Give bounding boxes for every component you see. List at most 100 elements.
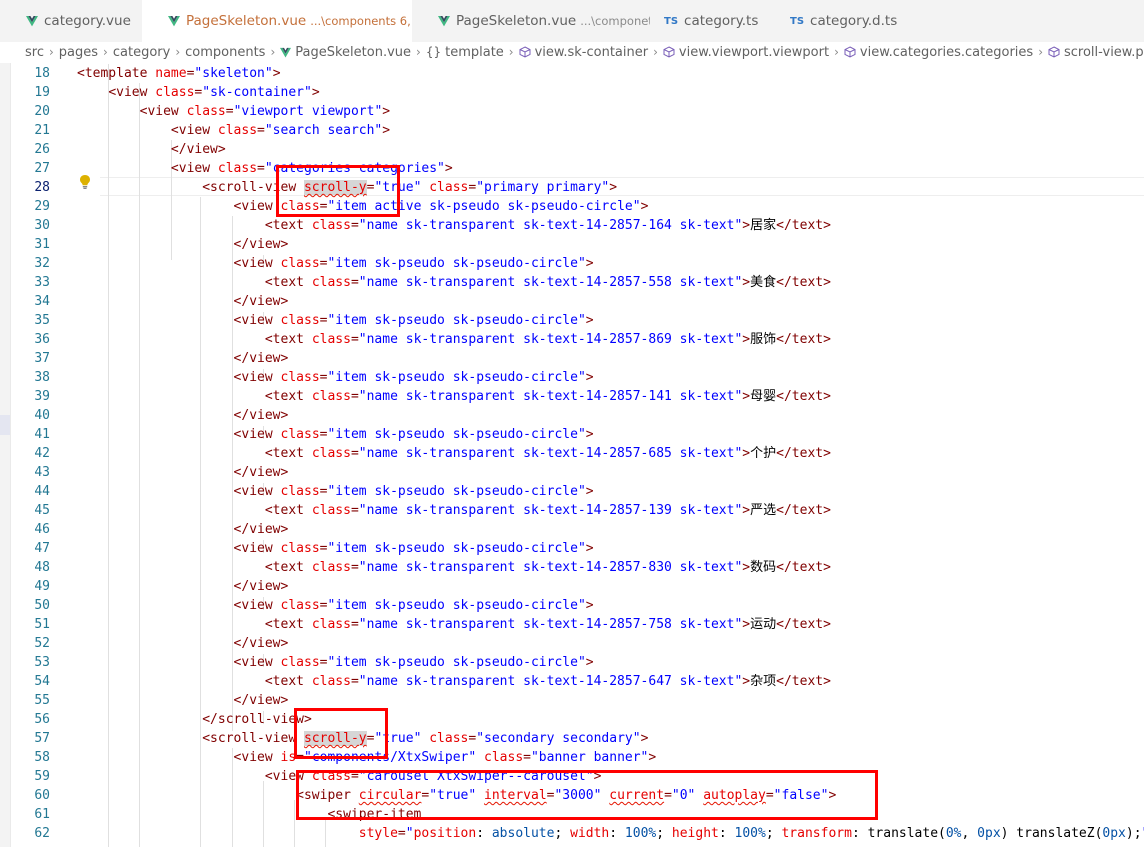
code-line[interactable]: 53 <view class="item sk-pseudo sk-pseudo… <box>0 653 1144 672</box>
code-line[interactable]: 28 <scroll-view scroll-y="true" class="p… <box>0 178 1144 197</box>
breadcrumb-item[interactable]: components › <box>185 45 280 60</box>
code-line[interactable]: 37 </view> <box>0 349 1144 368</box>
line-code: <view class="sk-container"> <box>77 83 319 102</box>
chevron-right-icon: › <box>1038 45 1043 59</box>
code-line[interactable]: 48 <text class="name sk-transparent sk-t… <box>0 558 1144 577</box>
code-line[interactable]: 36 <text class="name sk-transparent sk-t… <box>0 330 1144 349</box>
tab-2[interactable]: PageSkeleton.vue...\componets <box>412 0 650 42</box>
code-token: class <box>311 503 351 518</box>
code-line[interactable]: 31 </view> <box>0 235 1144 254</box>
line-code: <text class="name sk-transparent sk-text… <box>77 387 831 406</box>
code-token: 0px <box>1102 826 1126 841</box>
code-token: class <box>311 332 351 347</box>
code-token: > <box>609 180 618 195</box>
code-line[interactable]: 44 <view class="item sk-pseudo sk-pseudo… <box>0 482 1144 501</box>
line-number: 61 <box>34 807 50 822</box>
code-line[interactable]: 20 <view class="viewport viewport"> <box>0 102 1144 121</box>
code-token: "item sk-pseudo sk-pseudo-circle" <box>327 484 586 499</box>
line-number: 37 <box>34 351 50 366</box>
code-line[interactable]: 39 <text class="name sk-transparent sk-t… <box>0 387 1144 406</box>
line-number: 29 <box>34 199 50 214</box>
code-line[interactable]: 62 style="position: absolute; width: 100… <box>0 824 1144 843</box>
breadcrumb-item[interactable]: category › <box>113 45 185 60</box>
code-line[interactable]: 42 <text class="name sk-transparent sk-t… <box>0 444 1144 463</box>
line-code: <view class="item sk-pseudo sk-pseudo-ci… <box>77 311 594 330</box>
code-line[interactable]: 27 <view class="categories categories"> <box>0 159 1144 178</box>
vue-file-icon <box>168 16 180 27</box>
breadcrumb-item[interactable]: PageSkeleton.vue › <box>280 45 426 60</box>
breadcrumb-item[interactable]: view.categories.categories › <box>844 45 1048 60</box>
breadcrumb-item[interactable]: {} template › <box>426 45 519 60</box>
tab-3[interactable]: TS category.ts <box>650 0 776 42</box>
code-token: > <box>742 617 751 632</box>
code-line[interactable]: 51 <text class="name sk-transparent sk-t… <box>0 615 1144 634</box>
code-line[interactable]: 49 </view> <box>0 577 1144 596</box>
breadcrumb-item[interactable]: src › <box>25 45 59 60</box>
code-token: </view> <box>233 465 289 480</box>
code-editor[interactable]: 18 <template name="skeleton"> 19 <view cla… <box>0 63 1144 847</box>
breadcrumb-label: view.categories.categories <box>859 44 1034 60</box>
code-line[interactable]: 29 <view class="item active sk-pseudo sk… <box>0 197 1144 216</box>
code-token: "skeleton" <box>194 66 273 81</box>
code-line[interactable]: 18 <template name="skeleton"> <box>0 64 1144 83</box>
code-line[interactable]: 54 <text class="name sk-transparent sk-t… <box>0 672 1144 691</box>
code-token: : translate( <box>851 826 946 841</box>
code-line[interactable]: 58 <view is="components/XtxSwiper" class… <box>0 748 1144 767</box>
breadcrumb-item[interactable]: pages › <box>59 45 113 60</box>
code-line[interactable]: 21 <view class="search search"> <box>0 121 1144 140</box>
code-line[interactable]: 47 <view class="item sk-pseudo sk-pseudo… <box>0 539 1144 558</box>
code-line[interactable]: 34 </view> <box>0 292 1144 311</box>
code-line[interactable]: 40 </view> <box>0 406 1144 425</box>
chevron-right-icon: › <box>270 45 276 59</box>
code-token: </text> <box>776 560 831 575</box>
code-line[interactable]: 56 </scroll-view> <box>0 710 1144 729</box>
code-line[interactable]: 38 <view class="item sk-pseudo sk-pseudo… <box>0 368 1144 387</box>
code-token: "banner banner" <box>530 750 649 765</box>
code-token: style <box>358 826 398 841</box>
tab-4[interactable]: TS category.d.ts <box>776 0 904 42</box>
code-line[interactable]: 32 <view class="item sk-pseudo sk-pseudo… <box>0 254 1144 273</box>
code-token: position <box>413 826 477 841</box>
code-line[interactable]: 19 <view class="sk-container"> <box>0 83 1144 102</box>
code-token: <view <box>233 750 281 765</box>
line-code: </view> <box>77 292 289 311</box>
code-token: > <box>585 370 594 385</box>
code-line[interactable]: 35 <view class="item sk-pseudo sk-pseudo… <box>0 311 1144 330</box>
line-code: </scroll-view> <box>77 710 312 729</box>
code-line[interactable]: 45 <text class="name sk-transparent sk-t… <box>0 501 1144 520</box>
code-line[interactable]: 52 </view> <box>0 634 1144 653</box>
tab-label: PageSkeleton.vue <box>456 13 577 29</box>
code-token: : <box>609 826 625 841</box>
code-line[interactable]: 43 </view> <box>0 463 1144 482</box>
code-token: > <box>585 655 594 670</box>
code-token: class <box>311 560 351 575</box>
code-token: > <box>742 503 751 518</box>
code-token: <view <box>108 85 156 100</box>
code-token: ; <box>656 826 672 841</box>
tab-0[interactable]: category.vue <box>0 0 142 42</box>
code-line[interactable]: 26 </view> <box>0 140 1144 159</box>
code-token: </text> <box>776 275 831 290</box>
line-number: 55 <box>34 693 50 708</box>
line-code: <view class="viewport viewport"> <box>77 102 390 121</box>
breadcrumb-label: category <box>112 44 171 60</box>
breadcrumb-item[interactable]: view.sk-container › <box>519 45 663 60</box>
breadcrumb-item[interactable]: view.viewport.viewport › <box>663 45 844 60</box>
code-line[interactable]: 33 <text class="name sk-transparent sk-t… <box>0 273 1144 292</box>
code-line[interactable]: 41 <view class="item sk-pseudo sk-pseudo… <box>0 425 1144 444</box>
code-line[interactable]: 50 <view class="item sk-pseudo sk-pseudo… <box>0 596 1144 615</box>
code-line[interactable]: 46 </view> <box>0 520 1144 539</box>
code-line[interactable]: 57 <scroll-view scroll-y="true" class="s… <box>0 729 1144 748</box>
breadcrumb-item[interactable]: scroll-view.primary.primary <box>1048 45 1144 60</box>
code-token: = <box>350 389 359 404</box>
code-line[interactable]: 55 </view> <box>0 691 1144 710</box>
code-token: </view> <box>170 142 226 157</box>
tab-1[interactable]: PageSkeleton.vue...\components 6, U× <box>142 0 412 42</box>
code-token: <view <box>233 598 281 613</box>
code-token: "primary primary" <box>476 180 610 195</box>
lightbulb-icon[interactable] <box>79 174 91 190</box>
code-line[interactable]: 30 <text class="name sk-transparent sk-t… <box>0 216 1144 235</box>
